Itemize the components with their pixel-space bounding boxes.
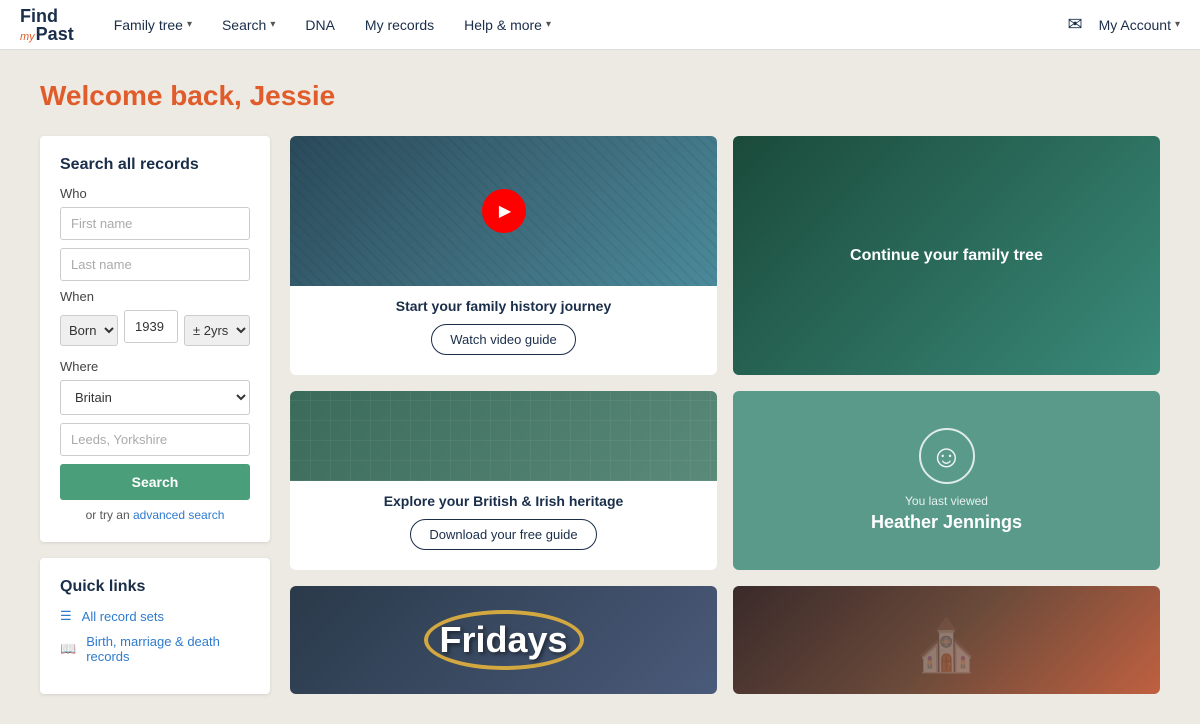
help-chevron-icon: ▾ [546,19,551,30]
search-chevron-icon: ▾ [270,19,275,30]
heritage-thumbnail [290,391,717,481]
video-thumbnail [290,136,717,286]
mail-icon[interactable]: ✉ [1068,14,1083,35]
where-section: Where Britain [60,359,250,464]
location-input[interactable] [60,423,250,456]
content-grid: Search all records Who When Born ± 2yrs … [40,136,1160,694]
navigation: Find my Past Family tree ▾ Search ▾ DNA … [0,0,1200,50]
fridays-text: Fridays [439,619,567,661]
last-name-input[interactable] [60,248,250,281]
first-name-input[interactable] [60,207,250,240]
nav-family-tree[interactable]: Family tree ▾ [114,17,192,33]
card-video-body: Start your family history journey Watch … [290,286,717,367]
heritage-heading: Explore your British & Irish heritage [302,493,705,509]
logo[interactable]: Find my Past [20,7,74,43]
card-heritage[interactable]: Explore your British & Irish heritage Do… [290,391,717,570]
who-label: Who [60,186,250,201]
account-chevron-icon: ▾ [1175,19,1180,30]
born-select[interactable]: Born [60,315,118,346]
play-button-icon[interactable] [482,189,526,233]
quick-links: Quick links ☰ All record sets 📖 Birth, m… [40,558,270,694]
card-church[interactable]: ⛪ [733,586,1160,694]
nav-right: ✉ My Account ▾ [1068,14,1181,35]
card-heritage-body: Explore your British & Irish heritage Do… [290,481,717,562]
where-label: Where [60,359,250,374]
logo-find: Find [20,7,58,25]
advanced-search-link[interactable]: advanced search [133,508,224,522]
list-icon: ☰ [60,608,72,624]
card-fridays[interactable]: Fridays [290,586,717,694]
search-heading: Search all records [60,156,250,174]
welcome-title: Welcome back, Jessie [40,80,1160,112]
search-button[interactable]: Search [60,464,250,500]
last-viewed-name: Heather Jennings [871,512,1022,533]
person-silhouette-icon: ☺ [930,440,963,472]
logo-past: Past [36,25,74,43]
card-video[interactable]: Start your family history journey Watch … [290,136,717,375]
when-label: When [60,289,250,304]
year-input[interactable] [124,310,178,343]
download-guide-button[interactable]: Download your free guide [410,519,596,550]
main-content: Welcome back, Jessie Search all records … [0,50,1200,724]
nav-search[interactable]: Search ▾ [222,17,275,33]
watch-video-button[interactable]: Watch video guide [431,324,575,355]
card-family-tree[interactable]: Continue your family tree [733,136,1160,375]
video-card-heading: Start your family history journey [302,298,705,314]
right-grid: Start your family history journey Watch … [290,136,1160,694]
logo-my: my [20,32,35,43]
family-tree-heading: Continue your family tree [830,227,1063,285]
country-select[interactable]: Britain [60,380,250,415]
nav-help-more[interactable]: Help & more ▾ [464,17,551,33]
family-tree-chevron-icon: ▾ [187,19,192,30]
nav-dna[interactable]: DNA [305,17,335,33]
avatar: ☺ [919,428,975,484]
year-range-select[interactable]: ± 2yrs [184,315,250,346]
quick-link-all-records[interactable]: ☰ All record sets [60,608,250,624]
card-last-viewed[interactable]: ☺ You last viewed Heather Jennings [733,391,1160,570]
left-panel: Search all records Who When Born ± 2yrs … [40,136,270,694]
nav-links: Family tree ▾ Search ▾ DNA My records He… [114,17,1068,33]
my-account-button[interactable]: My Account ▾ [1099,17,1180,33]
nav-my-records[interactable]: My records [365,17,434,33]
quick-links-heading: Quick links [60,578,250,596]
last-viewed-label: You last viewed [905,494,988,508]
when-row: Born ± 2yrs [60,310,250,351]
book-icon: 📖 [60,641,76,657]
church-icon: ⛪ [909,605,984,676]
quick-link-bmd-records[interactable]: 📖 Birth, marriage & death records [60,634,250,664]
advanced-link-text: or try an advanced search [60,508,250,522]
search-box: Search all records Who When Born ± 2yrs … [40,136,270,542]
